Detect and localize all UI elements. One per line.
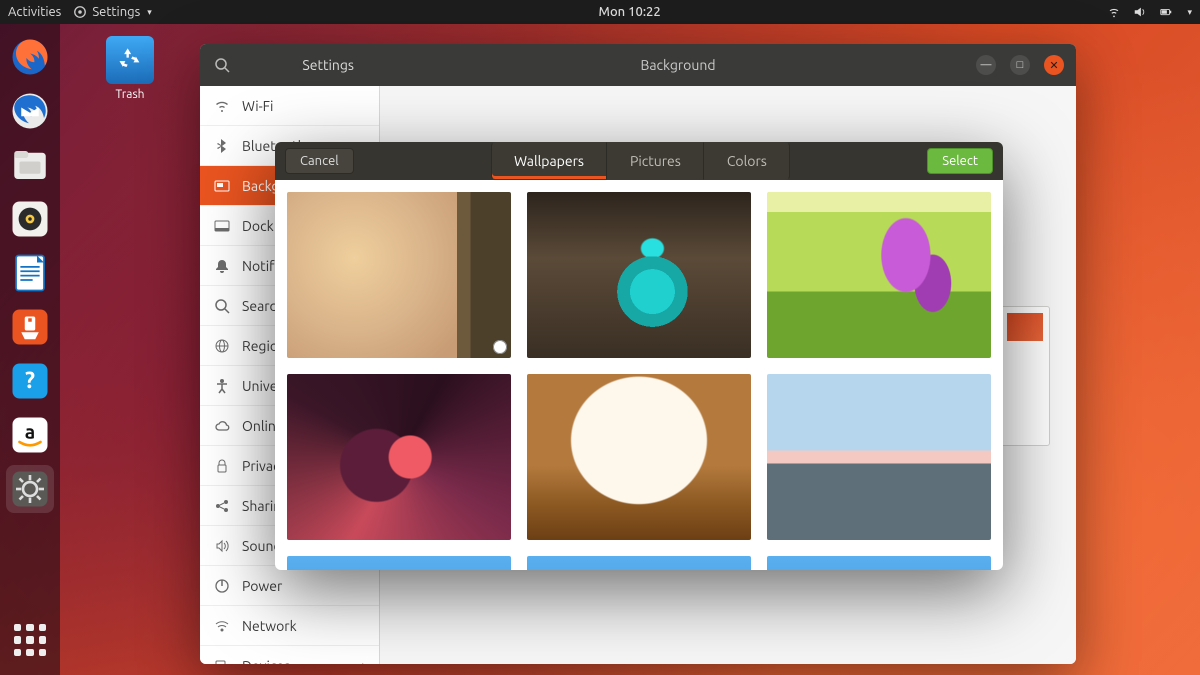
cancel-button[interactable]: Cancel — [285, 148, 354, 174]
wallpaper-thumb[interactable] — [287, 556, 511, 570]
dock-firefox[interactable] — [6, 33, 54, 81]
volume-icon — [1133, 5, 1147, 19]
dock-libreoffice-writer[interactable] — [6, 249, 54, 297]
dock-rhythmbox[interactable] — [6, 195, 54, 243]
dock-settings[interactable] — [6, 465, 54, 513]
wallpaper-thumb[interactable] — [527, 556, 751, 570]
select-button[interactable]: Select — [927, 148, 993, 174]
sidebar-item-label: Wi-Fi — [242, 98, 273, 114]
sidebar-item-label: Devices — [242, 658, 290, 665]
chevron-right-icon: › — [362, 659, 365, 664]
background-icon — [214, 178, 230, 194]
wallpaper-thumb[interactable] — [287, 374, 511, 540]
window-maximize-button[interactable]: □ — [1010, 55, 1030, 75]
devices-icon — [214, 658, 230, 665]
desktop-trash-label: Trash — [98, 88, 162, 101]
wallpaper-thumb[interactable] — [767, 374, 991, 540]
picker-body[interactable] — [275, 180, 1003, 570]
sidebar-item-wi-fi[interactable]: Wi-Fi — [200, 86, 379, 126]
sidebar-title: Settings — [302, 57, 354, 73]
window-close-button[interactable]: ✕ — [1044, 55, 1064, 75]
dock: ? a — [0, 24, 60, 675]
sidebar-item-power[interactable]: Power — [200, 566, 379, 606]
dock-files[interactable] — [6, 141, 54, 189]
wallpaper-thumb[interactable] — [767, 556, 991, 570]
chevron-down-icon: ▾ — [1187, 7, 1192, 18]
battery-icon — [1159, 5, 1173, 19]
access-icon — [214, 378, 230, 394]
dock-thunderbird[interactable] — [6, 87, 54, 135]
dock-software[interactable] — [6, 303, 54, 351]
top-bar: Activities Settings ▾ Mon 10:22 ▾ — [0, 0, 1200, 24]
window-title: Background — [380, 57, 976, 73]
desktop-trash[interactable]: Trash — [98, 36, 162, 101]
dock-amazon[interactable]: a — [6, 411, 54, 459]
recycle-icon — [116, 46, 144, 74]
sound-icon — [214, 538, 230, 554]
search-icon — [214, 298, 230, 314]
wallpaper-thumb[interactable] — [287, 192, 511, 358]
tab-wallpapers[interactable]: Wallpapers — [491, 142, 607, 180]
share-icon — [214, 498, 230, 514]
picker-tabs: WallpapersPicturesColors — [362, 142, 920, 180]
background-preview-card — [1000, 306, 1050, 446]
svg-text:?: ? — [25, 368, 35, 393]
network-icon — [1107, 5, 1121, 19]
sidebar-item-devices[interactable]: Devices › — [200, 646, 379, 664]
lock-icon — [214, 458, 230, 474]
wallpaper-thumb[interactable] — [767, 192, 991, 358]
picker-headerbar: Cancel WallpapersPicturesColors Select — [275, 142, 1003, 180]
background-preview-swatch — [1007, 313, 1043, 341]
globe-icon — [214, 338, 230, 354]
clock[interactable]: Mon 10:22 — [152, 5, 1108, 19]
tab-pictures[interactable]: Pictures — [607, 142, 704, 180]
svg-text:a: a — [25, 421, 35, 443]
app-menu[interactable]: Settings ▾ — [73, 5, 151, 19]
window-minimize-button[interactable]: — — [976, 55, 996, 75]
search-icon[interactable] — [214, 57, 230, 73]
wifi-icon — [214, 98, 230, 114]
sidebar-item-label: Network — [242, 618, 297, 634]
tab-colors[interactable]: Colors — [704, 142, 790, 180]
settings-icon — [73, 5, 87, 19]
dock-help[interactable]: ? — [6, 357, 54, 405]
titlebar[interactable]: Settings Background — □ ✕ — [200, 44, 1076, 86]
cloud-icon — [214, 418, 230, 434]
power-icon — [214, 578, 230, 594]
wallpaper-thumb[interactable] — [527, 374, 751, 540]
system-tray[interactable]: ▾ — [1107, 5, 1192, 19]
sidebar-item-label: Dock — [242, 218, 274, 234]
wallpaper-picker-dialog: Cancel WallpapersPicturesColors Select — [275, 142, 1003, 570]
bell-icon — [214, 258, 230, 274]
network-icon — [214, 618, 230, 634]
sidebar-item-label: Power — [242, 578, 282, 594]
dock-icon — [214, 218, 230, 234]
app-menu-label: Settings — [92, 5, 140, 19]
bluetooth-icon — [214, 138, 230, 154]
wallpaper-thumb[interactable] — [527, 192, 751, 358]
activities-button[interactable]: Activities — [8, 5, 61, 19]
sidebar-item-network[interactable]: Network — [200, 606, 379, 646]
show-applications-button[interactable] — [9, 619, 51, 661]
